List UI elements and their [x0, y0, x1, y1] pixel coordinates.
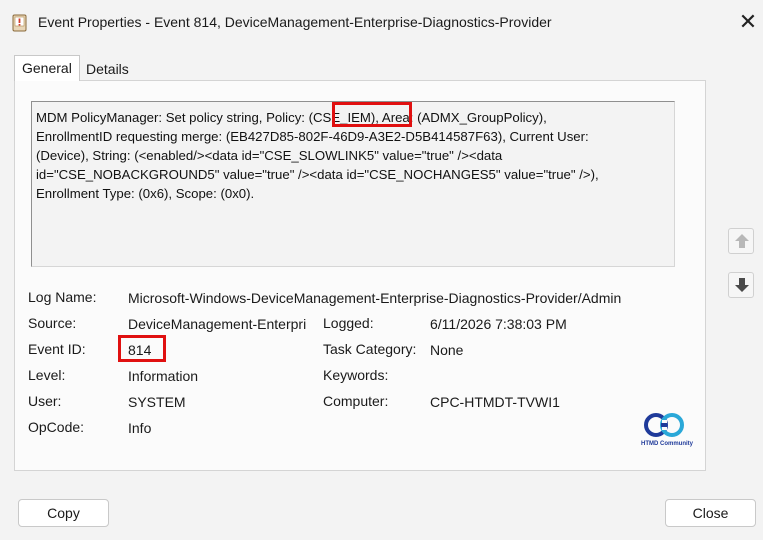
source-value[interactable]: DeviceManagement-Enterpri	[128, 316, 314, 332]
arrow-down-icon	[735, 278, 749, 292]
task-category-label: Task Category:	[323, 341, 417, 357]
htmd-logo-icon	[644, 413, 684, 437]
description-line: EnrollmentID requesting merge: (EB427D85…	[36, 129, 589, 144]
tab-general[interactable]: General	[14, 55, 80, 81]
opcode-value[interactable]: Info	[128, 420, 151, 436]
computer-label: Computer:	[323, 393, 389, 409]
copy-button[interactable]: Copy	[18, 499, 109, 527]
computer-value[interactable]: CPC-HTMDT-TVWI1	[430, 394, 560, 410]
event-id-value[interactable]: 814	[128, 342, 151, 358]
close-button[interactable]: Close	[665, 499, 756, 527]
logged-label: Logged:	[323, 315, 374, 331]
arrow-up-icon	[735, 234, 749, 248]
window-title: Event Properties - Event 814, DeviceMana…	[38, 14, 552, 30]
logo-text: HTMD Community	[641, 441, 693, 447]
description-line: (Device), String: (<enabled/><data id="C…	[36, 148, 503, 163]
keywords-label: Keywords:	[323, 367, 389, 383]
event-id-label: Event ID:	[28, 341, 86, 357]
logged-value[interactable]: 6/11/2026 7:38:03 PM	[430, 316, 567, 332]
log-name-value[interactable]: Microsoft-Windows-DeviceManagement-Enter…	[128, 290, 621, 306]
opcode-label: OpCode:	[28, 419, 85, 435]
task-category-value[interactable]: None	[430, 342, 463, 358]
title-bar: Event Properties - Event 814, DeviceMana…	[0, 0, 763, 46]
level-value[interactable]: Information	[128, 368, 198, 384]
event-viewer-icon	[12, 14, 27, 32]
next-event-button[interactable]	[728, 272, 754, 298]
log-name-label: Log Name:	[28, 289, 97, 305]
close-icon[interactable]: ✕	[735, 9, 761, 35]
user-label: User:	[28, 393, 62, 409]
source-label: Source:	[28, 315, 77, 331]
previous-event-button[interactable]	[728, 228, 754, 254]
policy-highlight	[332, 102, 412, 127]
description-line: id="CSE_NOBACKGROUND5" value="true" /><d…	[36, 167, 599, 182]
htmd-community-logo: HTMD Community	[640, 410, 694, 450]
user-value[interactable]: SYSTEM	[128, 394, 186, 410]
tab-details[interactable]: Details	[86, 61, 129, 77]
description-line: Enrollment Type: (0x6), Scope: (0x0).	[36, 186, 255, 201]
level-label: Level:	[28, 367, 66, 383]
